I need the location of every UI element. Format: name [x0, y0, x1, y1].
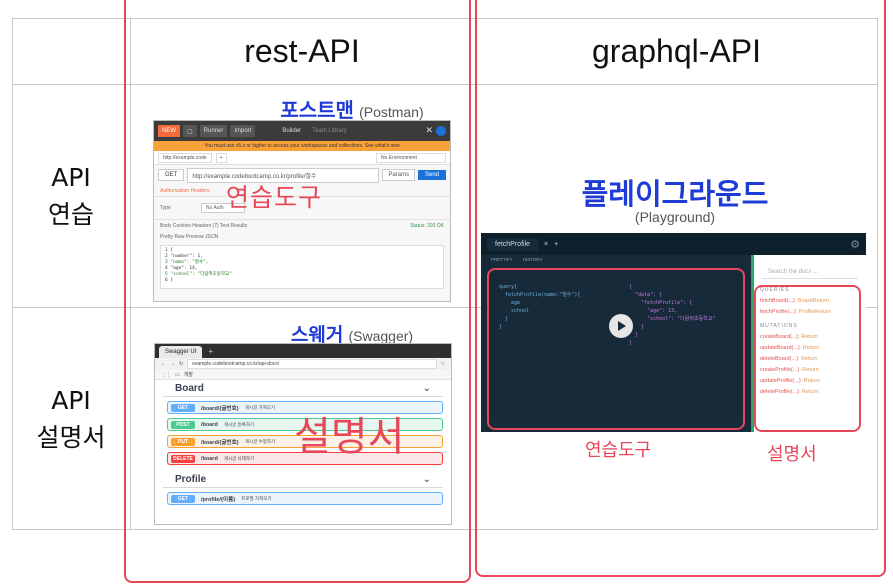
row-header-practice: API 연습: [12, 84, 130, 307]
rest-column-frame: [124, 0, 471, 583]
row-header-line: 연습: [47, 199, 94, 229]
row-header-line: 설명서: [36, 422, 106, 452]
row-header-line: API: [51, 162, 91, 192]
graphql-column-frame: [475, 0, 886, 577]
row-header-line: API: [51, 385, 91, 415]
row-header-docs: API 설명서: [12, 307, 130, 530]
